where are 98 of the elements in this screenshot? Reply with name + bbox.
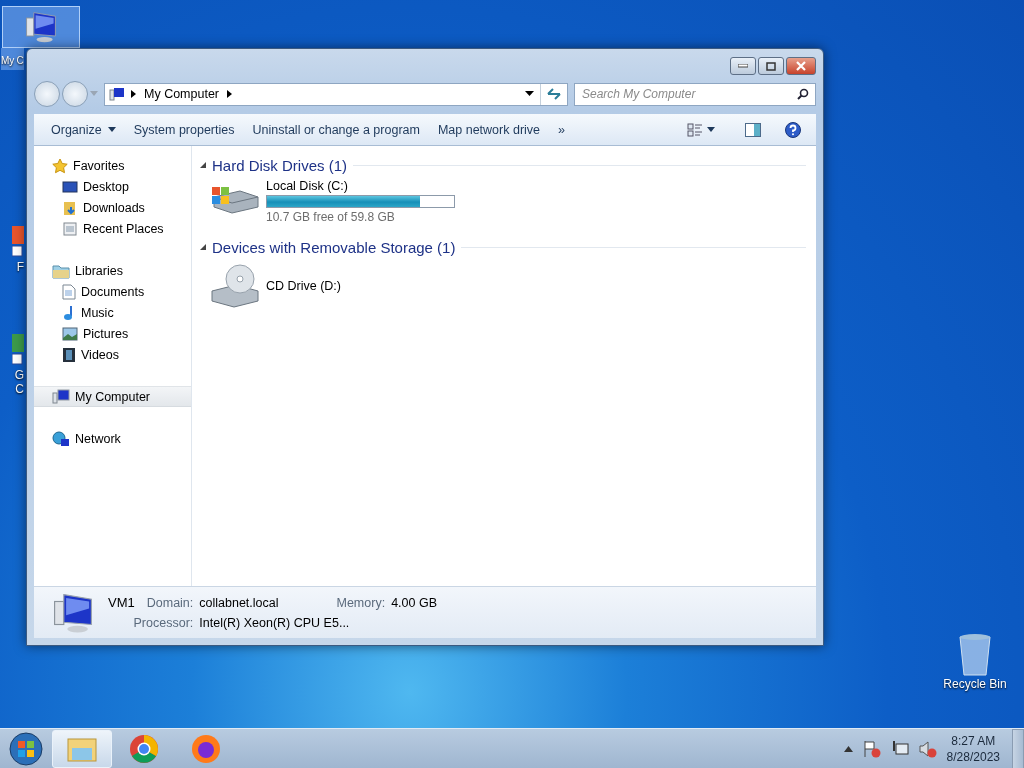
details-label: Memory:: [336, 596, 386, 610]
pane-icon: [745, 122, 761, 137]
document-icon: [62, 283, 76, 300]
help-icon: [785, 121, 801, 138]
caret-icon: [525, 91, 534, 97]
desktop-icon-label: F: [16, 260, 24, 274]
drive-name[interactable]: CD Drive (D:): [266, 279, 341, 293]
view-list-icon: [687, 122, 703, 137]
computer-icon: [52, 388, 70, 405]
drive-name[interactable]: Local Disk (C:): [266, 179, 455, 193]
nav-item[interactable]: Pictures: [34, 323, 191, 344]
desktop-icon-label: Recycle Bin: [943, 677, 1007, 691]
nav-item-label: Libraries: [75, 263, 123, 278]
browser-icon: [191, 733, 221, 764]
search-icon: [797, 88, 809, 100]
nav-item-label: Music: [81, 305, 114, 320]
nav-item-label: Network: [75, 431, 121, 446]
globe-icon: [52, 430, 70, 447]
desktop-icon-label: C: [15, 382, 24, 396]
folder-icon: [52, 262, 70, 279]
nav-item[interactable]: Favorites: [34, 155, 191, 176]
desktop-icon[interactable]: G C: [0, 326, 26, 398]
toolbar-button[interactable]: Uninstall or change a program: [244, 118, 428, 141]
nav-item[interactable]: Music: [34, 302, 191, 323]
chevron-icon: [131, 90, 136, 98]
collapse-triangle-icon: [200, 244, 206, 250]
free-space-text: 10.7 GB free of 59.8 GB: [266, 210, 396, 224]
nav-item[interactable]: Network: [34, 428, 191, 449]
caret-icon: [90, 91, 98, 97]
clock[interactable]: 8:27 AM 8/28/2023: [946, 732, 1000, 765]
windows-orb-icon: [9, 731, 43, 766]
details-label: Processor:: [132, 616, 194, 630]
refresh-arrows-icon: [546, 87, 562, 101]
collapse-triangle-icon: [200, 162, 206, 168]
nav-item[interactable]: Documents: [34, 281, 191, 302]
details-value: 4.00 GB: [391, 596, 437, 610]
maximize-button[interactable]: [758, 57, 784, 75]
toolbar-button[interactable]: Map network drive: [429, 118, 549, 141]
group-header[interactable]: Hard Disk Drives (1): [200, 155, 806, 175]
network-icon: [890, 739, 909, 758]
computer-icon: [109, 87, 125, 101]
window-icon: [62, 220, 78, 237]
nav-item-label: Videos: [81, 347, 119, 362]
nav-item-label: Downloads: [83, 200, 145, 215]
computer-name: VM1: [108, 595, 135, 610]
trash-bin-icon: [957, 633, 993, 677]
nav-item-label: Favorites: [73, 158, 125, 173]
show-hidden-icons-button[interactable]: [843, 745, 853, 752]
minimize-button[interactable]: [730, 57, 756, 75]
toolbar-button[interactable]: System properties: [125, 118, 243, 141]
nav-item-label: Documents: [81, 284, 145, 299]
chevron-icon: [227, 90, 233, 98]
group-header[interactable]: Devices with Removable Storage (1): [200, 237, 806, 257]
clock-time: 8:27 AM: [951, 732, 996, 749]
details-value: collabnet.local: [199, 596, 279, 610]
minimize-icon: [738, 64, 748, 68]
folder-icon: [62, 199, 78, 216]
nav-item-label: My Computer: [75, 389, 151, 404]
flag-error-icon: [862, 739, 881, 758]
clock-date: 8/28/2023: [946, 748, 1000, 765]
nav-item[interactable]: Downloads: [34, 197, 191, 218]
monitor-icon: [62, 179, 78, 194]
close-button[interactable]: [786, 57, 816, 75]
breadcrumb[interactable]: My Computer: [142, 87, 222, 101]
search-field[interactable]: Search My Computer: [574, 82, 816, 106]
caret-up-icon: [843, 745, 853, 752]
details-value: Intel(R) Xeon(R) CPU E5...: [199, 616, 351, 630]
cd-drive-icon: [210, 263, 260, 309]
nav-item-label: Desktop: [83, 179, 129, 194]
address-bar[interactable]: My Computer: [104, 82, 568, 106]
close-icon: [796, 61, 806, 71]
picture-icon: [62, 326, 78, 341]
toolbar-button[interactable]: Organize: [43, 118, 124, 141]
nav-item[interactable]: Desktop: [34, 176, 191, 197]
group-title: Devices with Removable Storage (1): [212, 238, 456, 256]
caret-icon: [107, 127, 116, 132]
browser-icon: [129, 733, 159, 764]
nav-item-label: Pictures: [83, 326, 129, 341]
desktop-icon[interactable]: [2, 6, 80, 48]
group-title: Hard Disk Drives (1): [212, 156, 347, 174]
nav-item[interactable]: Libraries: [34, 260, 191, 281]
toolbar-button[interactable]: »: [550, 118, 573, 141]
tray-icon[interactable]: [890, 739, 909, 758]
desktop-icon-label: My C: [1, 48, 24, 70]
folder-icon: [67, 735, 97, 762]
caret-icon: [707, 127, 715, 132]
nav-item-label: Recent Places: [83, 221, 164, 236]
film-icon: [62, 346, 76, 363]
details-label: Domain:: [146, 596, 194, 610]
star-icon: [52, 157, 68, 174]
nav-item[interactable]: Recent Places: [34, 218, 191, 239]
speaker-muted-icon: [918, 739, 937, 758]
restore-icon: [766, 61, 776, 71]
desktop-icon-label: G: [14, 368, 24, 382]
desktop-icon[interactable]: F: [0, 218, 26, 276]
recycle-bin[interactable]: Recycle Bin: [936, 630, 1014, 694]
nav-item[interactable]: Videos: [34, 344, 191, 365]
nav-item[interactable]: My Computer: [34, 386, 191, 407]
